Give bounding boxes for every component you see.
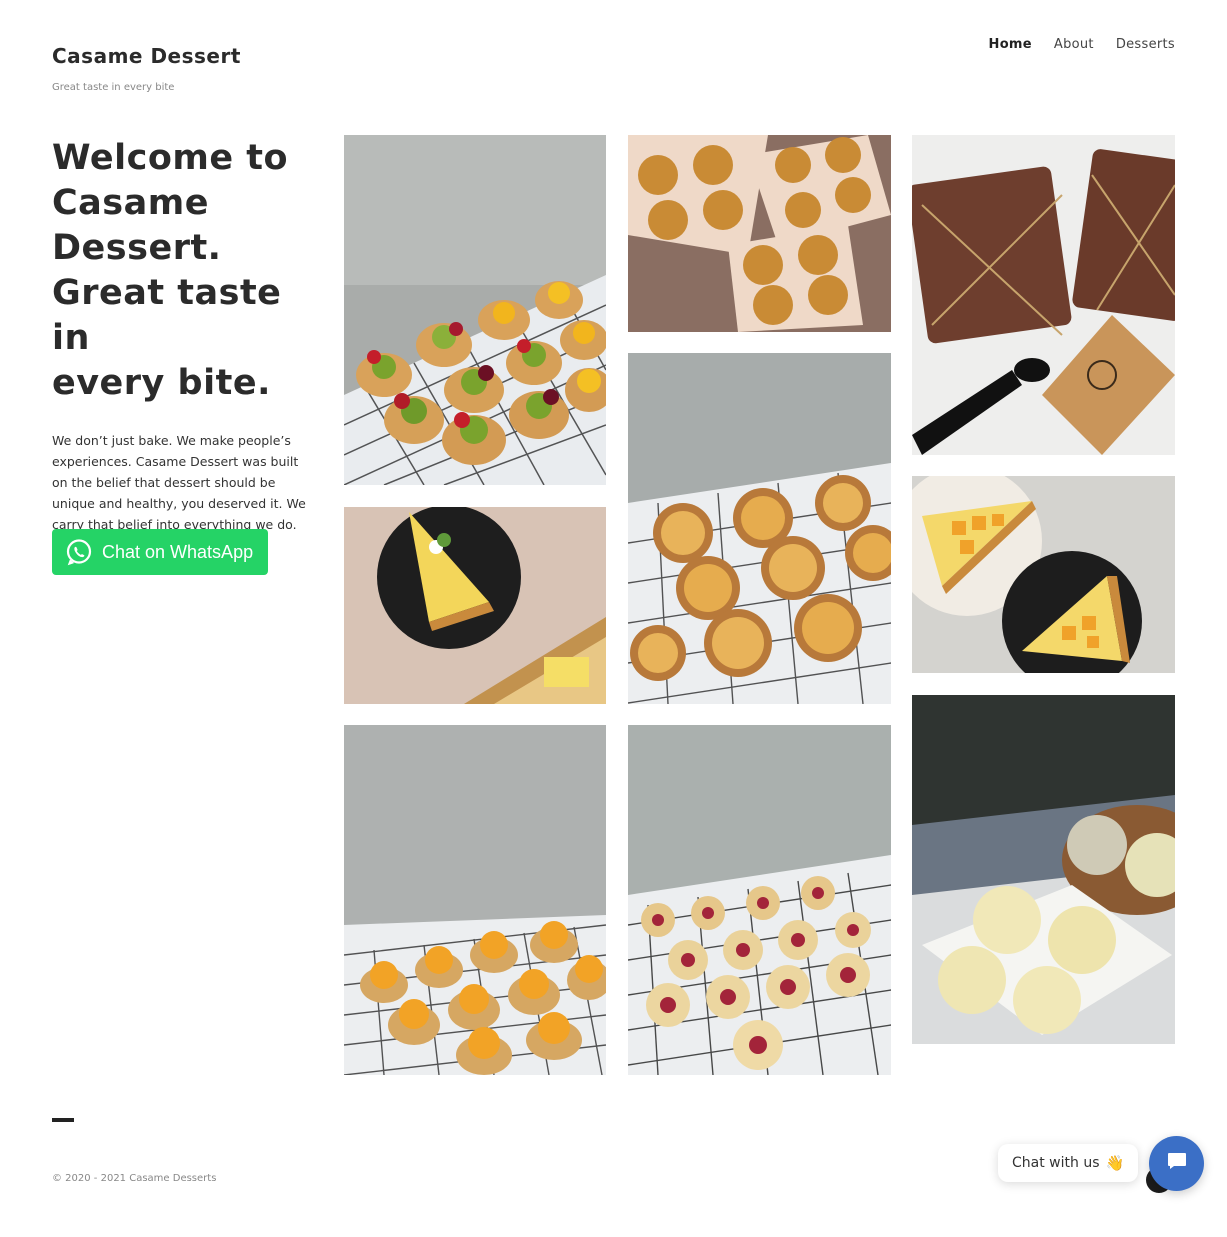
gallery-image-lemon-tart-slice[interactable] — [344, 507, 606, 704]
copyright-text: © 2020 - 2021 Casame Desserts — [52, 1173, 217, 1184]
site-tagline: Great taste in every bite — [52, 82, 175, 93]
gallery-image-mango-tarts[interactable] — [344, 725, 606, 1075]
footer-divider — [52, 1118, 74, 1122]
intro-text: We don’t just bake. We make people’s exp… — [52, 433, 306, 532]
title-line: Dessert. — [52, 228, 222, 268]
whatsapp-label: Chat on WhatsApp — [102, 541, 254, 562]
nav-item-home[interactable]: Home — [989, 37, 1032, 52]
gallery-image-fruit-tarts[interactable] — [344, 135, 606, 485]
chat-prompt-bubble[interactable]: Chat with us 👋 — [998, 1144, 1139, 1182]
site-title[interactable]: Casame Dessert — [52, 44, 241, 68]
title-line: Casame — [52, 183, 209, 223]
title-line: every bite. — [52, 363, 271, 403]
gallery-image-egg-tarts[interactable] — [628, 353, 891, 704]
whatsapp-icon — [65, 538, 93, 566]
branding: Casame Dessert Great taste in every bite — [52, 44, 241, 93]
page-title: Welcome to Casame Dessert. Great taste i… — [52, 136, 312, 406]
title-line: Great taste in — [52, 273, 282, 358]
whatsapp-button[interactable]: Chat on WhatsApp — [52, 529, 268, 575]
gallery-image-cheese-tarts[interactable] — [628, 725, 891, 1075]
chat-icon — [1165, 1149, 1189, 1178]
gallery-image-mango-tart-slices[interactable] — [912, 476, 1175, 673]
chat-prompt-label: Chat with us — [1012, 1155, 1100, 1171]
gallery-image-mochi-box[interactable] — [912, 695, 1175, 1044]
intro-section: Welcome to Casame Dessert. Great taste i… — [52, 136, 312, 535]
nav-item-desserts[interactable]: Desserts — [1116, 37, 1175, 52]
title-line: Welcome to — [52, 138, 289, 178]
gallery-image-tiramisu-boxes[interactable] — [912, 135, 1175, 455]
main-nav: Home About Desserts — [989, 37, 1175, 52]
gallery-image-cream-puffs-box[interactable] — [628, 135, 891, 332]
waving-hand-icon: 👋 — [1105, 1154, 1125, 1172]
nav-item-about[interactable]: About — [1054, 37, 1094, 52]
chat-launcher-button[interactable] — [1149, 1136, 1204, 1191]
